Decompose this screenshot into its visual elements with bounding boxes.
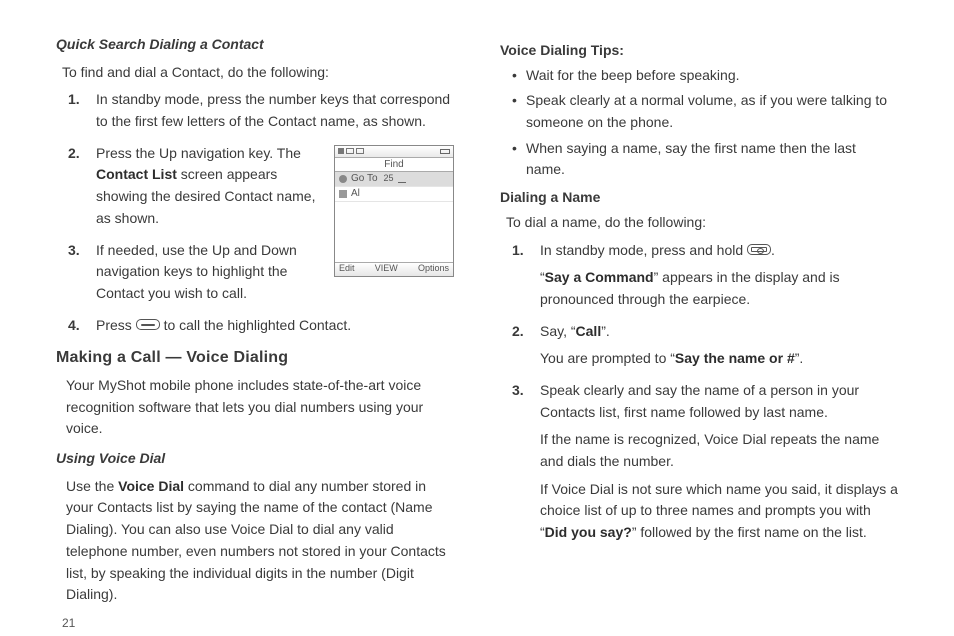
right-column: Voice Dialing Tips: Wait for the beep be… xyxy=(500,34,898,590)
cursor-icon xyxy=(398,174,406,183)
two-column-layout: Quick Search Dialing a Contact To find a… xyxy=(56,34,898,590)
figure-row-al: Al xyxy=(335,187,453,202)
dial-step-3-p3: If Voice Dial is not sure which name you… xyxy=(540,479,898,544)
figure-statusbar xyxy=(335,146,453,158)
dial-step-2-p2: You are prompted to “Say the name or #”. xyxy=(540,348,898,370)
s3p2: If the name is recognized, Voice Dial re… xyxy=(540,429,898,472)
contact-icon xyxy=(339,190,347,198)
step-2-text-a: Press the Up navigation key. The xyxy=(96,145,301,161)
step-2: Find Go To 25 Al Edit VIEW xyxy=(64,143,454,230)
dial-step-1-p2: “Say a Command” appears in the display a… xyxy=(540,267,898,310)
figure-goto-label: Go To xyxy=(351,171,378,187)
dial-step-3: Speak clearly and say the name of a pers… xyxy=(508,380,898,544)
page-number: 21 xyxy=(62,614,454,633)
s3p3bold: Did you say? xyxy=(545,524,632,540)
dial-step-1b: . xyxy=(771,242,775,258)
step-3-text: If needed, use the Up and Down navigatio… xyxy=(96,242,297,301)
tip-2: Speak clearly at a normal volume, as if … xyxy=(512,90,898,133)
quick-search-heading: Quick Search Dialing a Contact xyxy=(56,34,454,56)
s2p2bold: Say the name or # xyxy=(675,350,795,366)
step-4-text-a: Press xyxy=(96,317,136,333)
voice-dialing-body: Your MyShot mobile phone includes state-… xyxy=(66,375,454,440)
status-icon-2 xyxy=(356,148,364,154)
camera-key-icon xyxy=(747,244,771,255)
dialing-name-intro: To dial a name, do the following: xyxy=(506,212,898,234)
quick-search-steps: In standby mode, press the number keys t… xyxy=(64,89,454,336)
using-voice-dial-body: Use the Voice Dial command to dial any n… xyxy=(66,476,454,606)
magnify-icon xyxy=(339,175,347,183)
figure-row-goto: Go To 25 xyxy=(335,172,453,187)
s2bold: Call xyxy=(576,323,602,339)
battery-icon xyxy=(440,149,450,154)
voice-dial-body-b: command to dial any number stored in you… xyxy=(66,478,446,602)
voice-dial-body-a: Use the xyxy=(66,478,118,494)
tips-list: Wait for the beep before speaking. Speak… xyxy=(512,65,898,181)
send-key-icon xyxy=(136,319,160,330)
tip-3: When saying a name, say the first name t… xyxy=(512,138,898,181)
tip-1: Wait for the beep before speaking. xyxy=(512,65,898,87)
step-4: Press to call the highlighted Contact. xyxy=(64,315,454,337)
dial-step-1: In standby mode, press and hold . “Say a… xyxy=(508,240,898,311)
figure-find-label: Find xyxy=(335,158,453,172)
tips-heading: Voice Dialing Tips: xyxy=(500,40,898,62)
signal-icon xyxy=(338,148,344,154)
dialing-name-steps: In standby mode, press and hold . “Say a… xyxy=(508,240,898,544)
voice-dialing-heading: Making a Call — Voice Dialing xyxy=(56,346,454,371)
using-voice-dial-heading: Using Voice Dial xyxy=(56,448,454,470)
s2p2b: ”. xyxy=(795,350,804,366)
figure-al-label: Al xyxy=(351,186,360,202)
step-3: If needed, use the Up and Down navigatio… xyxy=(64,240,454,305)
dial-step-2: Say, “Call”. You are prompted to “Say th… xyxy=(508,321,898,370)
s3p3b: ” followed by the first name on the list… xyxy=(632,524,867,540)
voice-dial-body-bold: Voice Dial xyxy=(118,478,184,494)
status-icon xyxy=(346,148,354,154)
step-1: In standby mode, press the number keys t… xyxy=(64,89,454,132)
s2a: Say, “ xyxy=(540,323,576,339)
step-4-text-b: to call the highlighted Contact. xyxy=(160,317,351,333)
step-1-text: In standby mode, press the number keys t… xyxy=(96,91,450,129)
dialing-name-heading: Dialing a Name xyxy=(500,187,898,209)
step-2-bold: Contact List xyxy=(96,166,177,182)
dial-step-1a: In standby mode, press and hold xyxy=(540,242,747,258)
s1p2bold: Say a Command xyxy=(545,269,654,285)
figure-goto-num: 25 xyxy=(384,172,394,186)
s2p2a: You are prompted to “ xyxy=(540,350,675,366)
quick-search-intro: To find and dial a Contact, do the follo… xyxy=(62,62,454,84)
left-column: Quick Search Dialing a Contact To find a… xyxy=(56,34,454,590)
s3p1: Speak clearly and say the name of a pers… xyxy=(540,382,859,420)
s2b: ”. xyxy=(601,323,610,339)
